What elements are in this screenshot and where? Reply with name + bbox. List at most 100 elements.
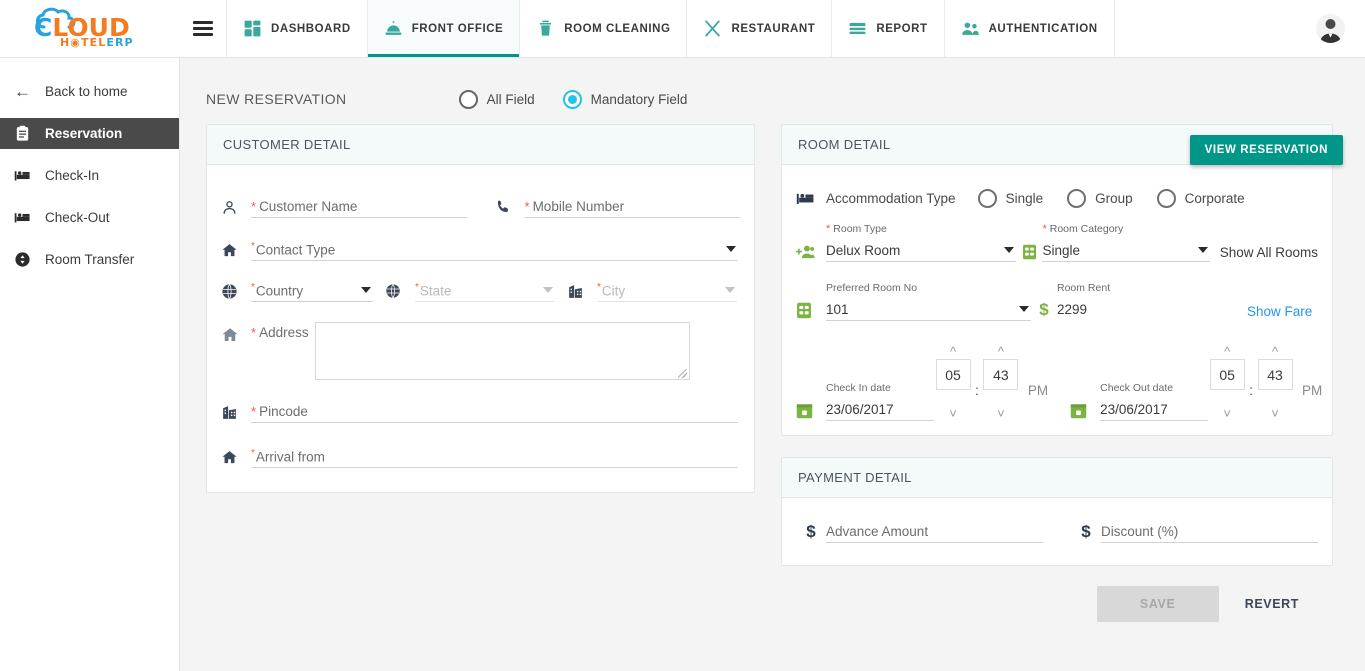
pincode-input[interactable]: *Pincode	[251, 400, 738, 423]
left-column: CUSTOMER DETAIL *Customer Name	[206, 124, 755, 622]
accommodation-type-label: Accommodation Type	[826, 191, 956, 206]
calendar-icon[interactable]	[796, 402, 826, 421]
advance-amount-input[interactable]: Advance Amount	[826, 520, 1043, 543]
nav-item-report[interactable]: REPORT	[831, 0, 943, 57]
avatar[interactable]	[1316, 14, 1345, 43]
check-in-meridiem[interactable]: PM	[1020, 383, 1056, 398]
country-placeholder: *Country	[251, 282, 303, 299]
clipboard-icon	[14, 125, 31, 142]
chevron-down-icon	[361, 287, 371, 293]
radio-label: Mandatory Field	[591, 92, 688, 107]
sidebar-item-check-out[interactable]: Check-Out	[0, 202, 179, 233]
row-accommodation-type: Accommodation Type Single Group Corporat…	[796, 187, 1318, 209]
chevron-down-icon[interactable]: ˅	[949, 407, 957, 421]
contact-type-placeholder: *Contact Type	[251, 241, 335, 258]
sidebar-checkout-row: Check-Out	[0, 202, 179, 233]
sidebar: ← Back to home Reservation Check-In	[0, 58, 180, 671]
row-preferred-room-rent: Preferred Room No 101 $ Room Rent 2299	[796, 282, 1318, 321]
nav-label: RESTAURANT	[731, 23, 815, 35]
show-all-rooms-link[interactable]: Show All Rooms	[1220, 245, 1318, 262]
chevron-up-icon[interactable]: ^	[998, 345, 1004, 359]
nav-label: ROOM CLEANING	[564, 23, 670, 35]
sidebar-item-label: Back to home	[45, 84, 128, 99]
row-contact-type: *Contact Type	[221, 238, 740, 261]
nav-item-front-office[interactable]: FRONT OFFICE	[367, 0, 520, 57]
room-category-select[interactable]: Single	[1042, 239, 1209, 262]
calendar-icon[interactable]	[1070, 402, 1100, 421]
radio-accommodation-group[interactable]: Group	[1067, 189, 1133, 208]
sidebar-item-check-in[interactable]: Check-In	[0, 160, 179, 191]
contact-type-select[interactable]: *Contact Type	[251, 238, 738, 261]
room-detail-card: ROOM DETAIL Accommodation Type Single	[781, 124, 1333, 436]
check-in-hour[interactable]: 05	[936, 359, 971, 390]
show-fare-link[interactable]: Show Fare	[1247, 304, 1312, 321]
nav-item-room-cleaning[interactable]: ROOM CLEANING	[519, 0, 686, 57]
room-rent-value-wrap: 2299	[1057, 298, 1237, 321]
radio-mandatory-field[interactable]: Mandatory Field	[563, 90, 688, 109]
dollar-icon: $	[1071, 521, 1101, 543]
advance-amount-placeholder: Advance Amount	[826, 524, 928, 539]
radio-label: Group	[1095, 191, 1133, 206]
sidebar-item-back-to-home[interactable]: ← Back to home	[0, 76, 179, 107]
radio-label: Single	[1006, 191, 1044, 206]
check-in-hour-spinner: ^ 05 ˅	[934, 345, 972, 421]
country-select[interactable]: *Country	[251, 279, 373, 302]
chevron-down-icon[interactable]: ˅	[1223, 407, 1231, 421]
check-out-hour[interactable]: 05	[1210, 359, 1245, 390]
nav-item-restaurant[interactable]: RESTAURANT	[686, 0, 831, 57]
state-select[interactable]: *State	[415, 279, 555, 302]
chevron-down-icon[interactable]: ˅	[997, 407, 1005, 421]
address-textarea[interactable]	[315, 322, 690, 380]
chevron-up-icon[interactable]: ^	[950, 345, 956, 359]
chevron-down-icon[interactable]: ˅	[1271, 407, 1279, 421]
check-out-meridiem[interactable]: PM	[1294, 383, 1330, 398]
building-icon	[221, 401, 251, 423]
state-placeholder: *State	[415, 282, 451, 299]
radio-dot	[1067, 189, 1086, 208]
home-icon	[221, 446, 251, 468]
chevron-up-icon[interactable]: ^	[1224, 345, 1230, 359]
save-button[interactable]: SAVE	[1097, 586, 1219, 622]
check-in-date-value: 23/06/2017	[826, 402, 894, 417]
sidebar-item-label: Room Transfer	[45, 252, 134, 267]
nav-label: DASHBOARD	[271, 23, 351, 35]
view-reservation-button[interactable]: VIEW RESERVATION	[1190, 135, 1343, 165]
sidebar-item-reservation[interactable]: Reservation	[0, 118, 179, 149]
radio-label: Corporate	[1185, 191, 1245, 206]
chevron-down-icon	[726, 246, 736, 252]
arrival-from-input[interactable]: *Arrival from	[251, 445, 738, 468]
radio-accommodation-single[interactable]: Single	[978, 189, 1044, 208]
nav-item-dashboard[interactable]: DASHBOARD	[226, 0, 367, 57]
check-out-minute[interactable]: 43	[1258, 359, 1293, 390]
row-checkin-checkout: Check In date 23/06/2017 ^ 05 ˅ :	[796, 345, 1318, 421]
sidebar-item-room-transfer[interactable]: Room Transfer	[0, 244, 179, 275]
room-type-select[interactable]: Delux Room	[826, 239, 1016, 262]
radio-all-field[interactable]: All Field	[459, 90, 535, 109]
city-select[interactable]: *City	[597, 279, 737, 302]
preferred-room-select[interactable]: 101	[826, 298, 1031, 321]
row-address: *Address	[221, 322, 740, 380]
check-in-date-input[interactable]: 23/06/2017	[826, 398, 934, 421]
revert-button[interactable]: REVERT	[1231, 586, 1313, 622]
row-arrival-from: *Arrival from	[221, 445, 740, 468]
row-name-mobile: *Customer Name *Mobile Number	[221, 195, 740, 218]
check-in-group: Check In date 23/06/2017 ^ 05 ˅ :	[796, 345, 1056, 421]
field-mode-group: All Field Mandatory Field	[459, 90, 688, 109]
sidebar-checkin-row: Check-In	[0, 160, 179, 191]
app-logo[interactable]: CLOUD H◉TELERP	[0, 0, 180, 57]
time-separator: :	[972, 382, 982, 398]
discount-input[interactable]: Discount (%)	[1101, 520, 1318, 543]
sidebar-item-label: Reservation	[45, 126, 122, 141]
radio-accommodation-corporate[interactable]: Corporate	[1157, 189, 1245, 208]
customer-name-input[interactable]: *Customer Name	[251, 195, 467, 218]
chevron-up-icon[interactable]: ^	[1272, 345, 1278, 359]
radio-label: All Field	[487, 92, 535, 107]
hamburger-icon[interactable]	[180, 0, 226, 57]
radio-dot	[1157, 189, 1176, 208]
nav-item-authentication[interactable]: AUTHENTICATION	[944, 0, 1115, 57]
logo-tagline: H◉TELERP	[60, 36, 134, 49]
check-in-minute[interactable]: 43	[983, 359, 1018, 390]
mobile-number-input[interactable]: *Mobile Number	[525, 195, 741, 218]
check-out-date-input[interactable]: 23/06/2017	[1100, 398, 1208, 421]
phone-icon	[495, 196, 525, 218]
